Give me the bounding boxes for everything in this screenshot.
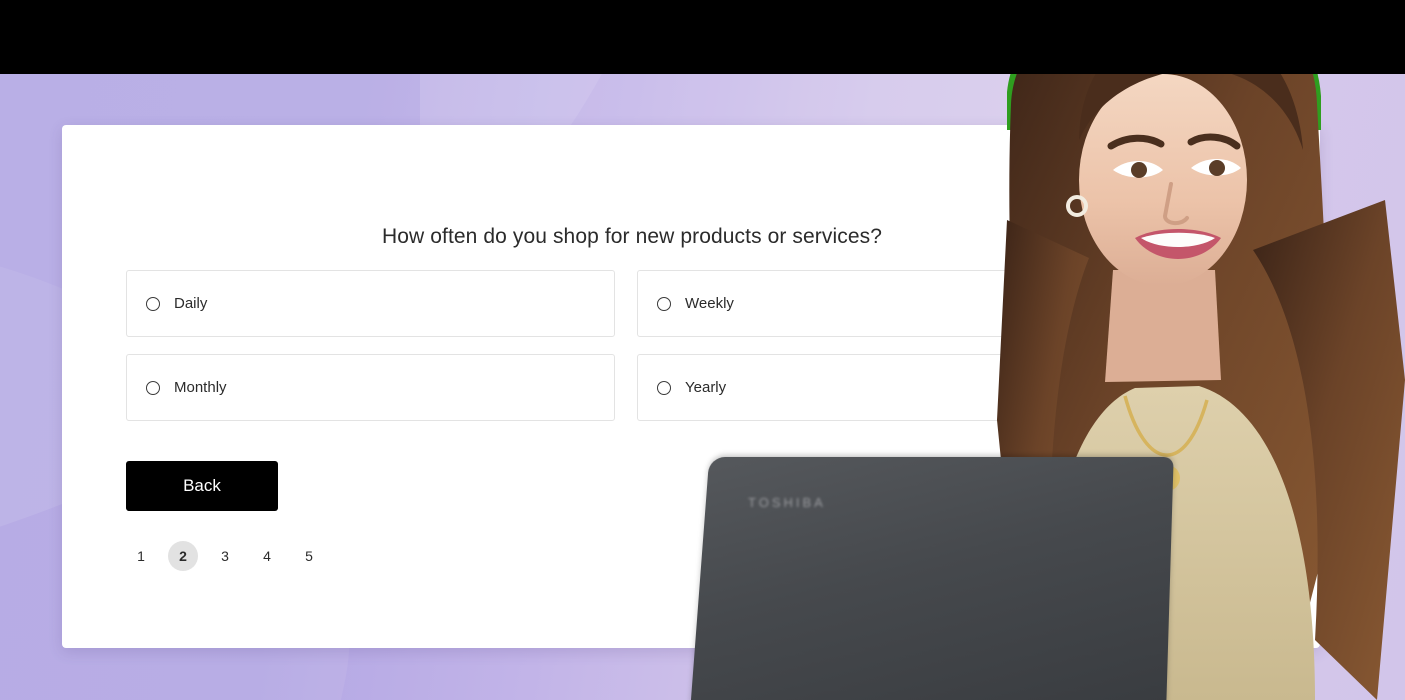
option-label: Monthly: [174, 379, 227, 396]
screenshot-root: How often do you shop for new products o…: [0, 0, 1405, 700]
radio-unchecked-icon[interactable]: [146, 296, 160, 311]
radio-unchecked-icon[interactable]: [657, 296, 671, 311]
option-label: Yearly: [685, 379, 727, 396]
top-black-bar: [0, 0, 1405, 74]
option-label: Daily: [174, 295, 208, 312]
answer-options-row: Daily Weekly: [126, 270, 1256, 337]
option-weekly[interactable]: Weekly: [637, 270, 1126, 337]
pagination-page-5[interactable]: 5: [294, 541, 324, 571]
back-button[interactable]: Back: [126, 461, 278, 511]
pagination: 1 2 3 4 5: [126, 541, 324, 571]
answer-options-grid: Daily Weekly Monthly Yearly: [126, 270, 1256, 438]
pagination-page-2[interactable]: 2: [168, 541, 198, 571]
option-daily[interactable]: Daily: [126, 270, 615, 337]
radio-unchecked-icon[interactable]: [146, 380, 160, 395]
pagination-page-1[interactable]: 1: [126, 541, 156, 571]
pagination-page-3[interactable]: 3: [210, 541, 240, 571]
question-title: How often do you shop for new products o…: [381, 225, 883, 248]
option-monthly[interactable]: Monthly: [126, 354, 615, 421]
option-label: Weekly: [685, 295, 734, 312]
answer-options-row: Monthly Yearly: [126, 354, 1256, 421]
survey-card: How often do you shop for new products o…: [62, 125, 1320, 648]
option-yearly[interactable]: Yearly: [637, 354, 1126, 421]
pagination-page-4[interactable]: 4: [252, 541, 282, 571]
radio-unchecked-icon[interactable]: [657, 380, 671, 395]
